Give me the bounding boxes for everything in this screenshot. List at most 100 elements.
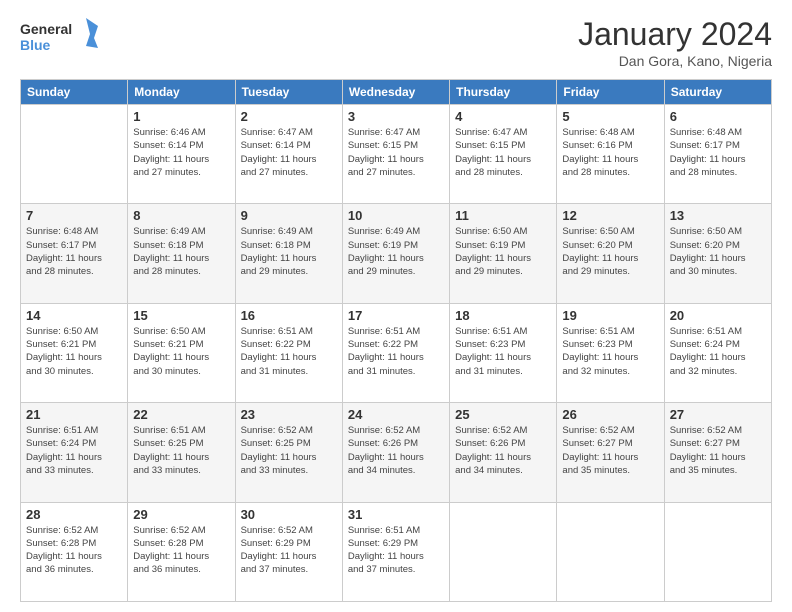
day-info: Sunrise: 6:50 AMSunset: 6:21 PMDaylight:… xyxy=(26,325,122,378)
day-info: Sunrise: 6:52 AMSunset: 6:29 PMDaylight:… xyxy=(241,524,337,577)
calendar-cell xyxy=(664,502,771,601)
day-info: Sunrise: 6:52 AMSunset: 6:27 PMDaylight:… xyxy=(562,424,658,477)
week-row-3: 14 Sunrise: 6:50 AMSunset: 6:21 PMDayligh… xyxy=(21,303,772,402)
calendar-cell: 1 Sunrise: 6:46 AMSunset: 6:14 PMDaylight… xyxy=(128,105,235,204)
day-number: 13 xyxy=(670,208,766,223)
day-number: 15 xyxy=(133,308,229,323)
calendar-cell xyxy=(450,502,557,601)
col-header-monday: Monday xyxy=(128,80,235,105)
day-info: Sunrise: 6:51 AMSunset: 6:22 PMDaylight:… xyxy=(241,325,337,378)
day-info: Sunrise: 6:52 AMSunset: 6:27 PMDaylight:… xyxy=(670,424,766,477)
location: Dan Gora, Kano, Nigeria xyxy=(578,53,772,69)
calendar-cell: 14 Sunrise: 6:50 AMSunset: 6:21 PMDayligh… xyxy=(21,303,128,402)
week-row-4: 21 Sunrise: 6:51 AMSunset: 6:24 PMDayligh… xyxy=(21,403,772,502)
page: General Blue January 2024 Dan Gora, Kano… xyxy=(0,0,792,612)
calendar-cell: 29 Sunrise: 6:52 AMSunset: 6:28 PMDayligh… xyxy=(128,502,235,601)
calendar-cell: 12Sunrise: 6:50 AMSunset: 6:20 PMDayligh… xyxy=(557,204,664,303)
header: General Blue January 2024 Dan Gora, Kano… xyxy=(20,16,772,69)
col-header-thursday: Thursday xyxy=(450,80,557,105)
svg-text:Blue: Blue xyxy=(20,37,51,53)
day-info: Sunrise: 6:52 AMSunset: 6:26 PMDaylight:… xyxy=(455,424,551,477)
calendar-cell: 28Sunrise: 6:52 AMSunset: 6:28 PMDayligh… xyxy=(21,502,128,601)
day-info: Sunrise: 6:52 AMSunset: 6:26 PMDaylight:… xyxy=(348,424,444,477)
day-info: Sunrise: 6:51 AMSunset: 6:23 PMDaylight:… xyxy=(562,325,658,378)
calendar-cell: 27 Sunrise: 6:52 AMSunset: 6:27 PMDayligh… xyxy=(664,403,771,502)
day-info: Sunrise: 6:51 AMSunset: 6:29 PMDaylight:… xyxy=(348,524,444,577)
logo: General Blue xyxy=(20,16,100,60)
calendar-cell: 19Sunrise: 6:51 AMSunset: 6:23 PMDayligh… xyxy=(557,303,664,402)
day-number: 24 xyxy=(348,407,444,422)
day-info: Sunrise: 6:50 AMSunset: 6:21 PMDaylight:… xyxy=(133,325,229,378)
day-number: 23 xyxy=(241,407,337,422)
day-number: 2 xyxy=(241,109,337,124)
day-info: Sunrise: 6:50 AMSunset: 6:20 PMDaylight:… xyxy=(562,225,658,278)
day-number: 18 xyxy=(455,308,551,323)
calendar-cell: 24 Sunrise: 6:52 AMSunset: 6:26 PMDayligh… xyxy=(342,403,449,502)
day-number: 25 xyxy=(455,407,551,422)
calendar-cell: 3Sunrise: 6:47 AMSunset: 6:15 PMDaylight… xyxy=(342,105,449,204)
header-row: SundayMondayTuesdayWednesdayThursdayFrid… xyxy=(21,80,772,105)
day-number: 17 xyxy=(348,308,444,323)
calendar-cell: 18 Sunrise: 6:51 AMSunset: 6:23 PMDayligh… xyxy=(450,303,557,402)
calendar-cell xyxy=(21,105,128,204)
week-row-1: 1 Sunrise: 6:46 AMSunset: 6:14 PMDaylight… xyxy=(21,105,772,204)
week-row-2: 7Sunrise: 6:48 AMSunset: 6:17 PMDaylight… xyxy=(21,204,772,303)
day-number: 20 xyxy=(670,308,766,323)
day-info: Sunrise: 6:51 AMSunset: 6:23 PMDaylight:… xyxy=(455,325,551,378)
day-info: Sunrise: 6:50 AMSunset: 6:20 PMDaylight:… xyxy=(670,225,766,278)
calendar-table: SundayMondayTuesdayWednesdayThursdayFrid… xyxy=(20,79,772,602)
day-number: 26 xyxy=(562,407,658,422)
day-info: Sunrise: 6:49 AMSunset: 6:18 PMDaylight:… xyxy=(241,225,337,278)
day-number: 30 xyxy=(241,507,337,522)
week-row-5: 28Sunrise: 6:52 AMSunset: 6:28 PMDayligh… xyxy=(21,502,772,601)
calendar-cell: 23 Sunrise: 6:52 AMSunset: 6:25 PMDayligh… xyxy=(235,403,342,502)
day-number: 27 xyxy=(670,407,766,422)
day-info: Sunrise: 6:49 AMSunset: 6:19 PMDaylight:… xyxy=(348,225,444,278)
day-number: 8 xyxy=(133,208,229,223)
col-header-saturday: Saturday xyxy=(664,80,771,105)
day-info: Sunrise: 6:48 AMSunset: 6:17 PMDaylight:… xyxy=(26,225,122,278)
day-number: 14 xyxy=(26,308,122,323)
month-title: January 2024 xyxy=(578,16,772,53)
day-info: Sunrise: 6:51 AMSunset: 6:24 PMDaylight:… xyxy=(670,325,766,378)
day-info: Sunrise: 6:48 AMSunset: 6:16 PMDaylight:… xyxy=(562,126,658,179)
calendar-cell: 15 Sunrise: 6:50 AMSunset: 6:21 PMDayligh… xyxy=(128,303,235,402)
calendar-cell: 26 Sunrise: 6:52 AMSunset: 6:27 PMDayligh… xyxy=(557,403,664,502)
col-header-wednesday: Wednesday xyxy=(342,80,449,105)
day-info: Sunrise: 6:46 AMSunset: 6:14 PMDaylight:… xyxy=(133,126,229,179)
col-header-sunday: Sunday xyxy=(21,80,128,105)
day-number: 4 xyxy=(455,109,551,124)
day-number: 22 xyxy=(133,407,229,422)
calendar-cell: 2Sunrise: 6:47 AMSunset: 6:14 PMDaylight… xyxy=(235,105,342,204)
col-header-tuesday: Tuesday xyxy=(235,80,342,105)
day-info: Sunrise: 6:52 AMSunset: 6:28 PMDaylight:… xyxy=(133,524,229,577)
day-info: Sunrise: 6:52 AMSunset: 6:25 PMDaylight:… xyxy=(241,424,337,477)
title-area: January 2024 Dan Gora, Kano, Nigeria xyxy=(578,16,772,69)
calendar-cell: 8 Sunrise: 6:49 AMSunset: 6:18 PMDaylight… xyxy=(128,204,235,303)
col-header-friday: Friday xyxy=(557,80,664,105)
calendar-cell: 5Sunrise: 6:48 AMSunset: 6:16 PMDaylight… xyxy=(557,105,664,204)
day-number: 29 xyxy=(133,507,229,522)
calendar-cell xyxy=(557,502,664,601)
day-number: 16 xyxy=(241,308,337,323)
day-info: Sunrise: 6:51 AMSunset: 6:25 PMDaylight:… xyxy=(133,424,229,477)
day-info: Sunrise: 6:52 AMSunset: 6:28 PMDaylight:… xyxy=(26,524,122,577)
calendar-cell: 9Sunrise: 6:49 AMSunset: 6:18 PMDaylight… xyxy=(235,204,342,303)
calendar-cell: 6 Sunrise: 6:48 AMSunset: 6:17 PMDaylight… xyxy=(664,105,771,204)
calendar-cell: 30 Sunrise: 6:52 AMSunset: 6:29 PMDayligh… xyxy=(235,502,342,601)
day-number: 11 xyxy=(455,208,551,223)
day-number: 6 xyxy=(670,109,766,124)
day-number: 10 xyxy=(348,208,444,223)
day-info: Sunrise: 6:51 AMSunset: 6:22 PMDaylight:… xyxy=(348,325,444,378)
day-info: Sunrise: 6:49 AMSunset: 6:18 PMDaylight:… xyxy=(133,225,229,278)
day-number: 31 xyxy=(348,507,444,522)
day-info: Sunrise: 6:47 AMSunset: 6:15 PMDaylight:… xyxy=(348,126,444,179)
calendar-cell: 16 Sunrise: 6:51 AMSunset: 6:22 PMDayligh… xyxy=(235,303,342,402)
day-number: 1 xyxy=(133,109,229,124)
day-info: Sunrise: 6:50 AMSunset: 6:19 PMDaylight:… xyxy=(455,225,551,278)
logo-svg: General Blue xyxy=(20,16,100,60)
day-info: Sunrise: 6:51 AMSunset: 6:24 PMDaylight:… xyxy=(26,424,122,477)
day-number: 21 xyxy=(26,407,122,422)
calendar-cell: 31 Sunrise: 6:51 AMSunset: 6:29 PMDayligh… xyxy=(342,502,449,601)
day-info: Sunrise: 6:48 AMSunset: 6:17 PMDaylight:… xyxy=(670,126,766,179)
